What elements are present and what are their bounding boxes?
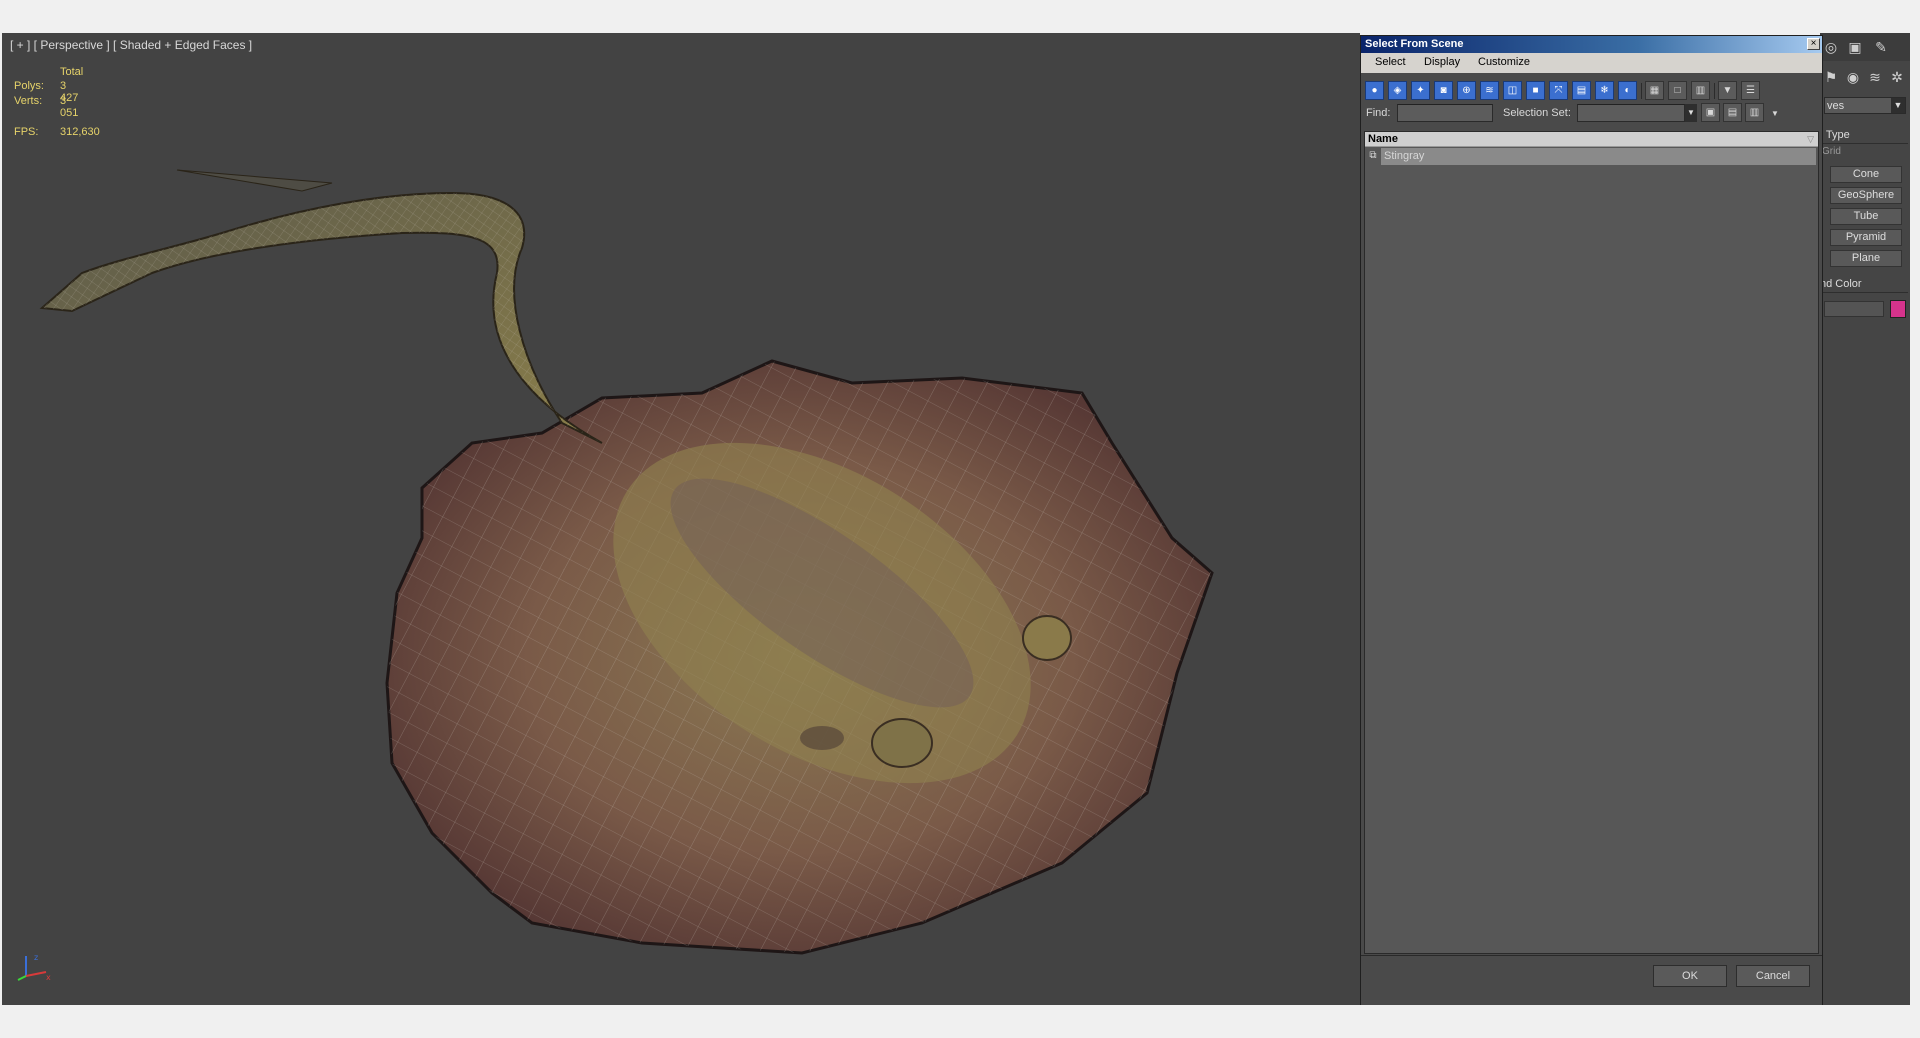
monitor-icon[interactable]: ▣: [1846, 38, 1864, 56]
autogrid-label: Grid: [1822, 146, 1841, 157]
cancel-button[interactable]: Cancel: [1736, 965, 1810, 987]
axis-gizmo: z x: [12, 950, 52, 985]
remove-from-selection-set-icon[interactable]: ▥: [1745, 103, 1764, 122]
chevron-down-icon[interactable]: ▼: [1685, 104, 1697, 122]
select-all-icon[interactable]: ▦: [1645, 81, 1664, 100]
category-dropdown[interactable]: ves ▼: [1824, 97, 1906, 114]
list-item[interactable]: ⧉ Stingray: [1365, 148, 1818, 165]
lights-icon[interactable]: ⚑: [1822, 68, 1840, 86]
lights-filter-icon[interactable]: ✦: [1411, 81, 1430, 100]
spacewarps-icon[interactable]: ≋: [1866, 68, 1884, 86]
list-item-name[interactable]: Stingray: [1381, 148, 1816, 165]
column-header-label: Name: [1368, 133, 1398, 145]
shapes-filter-icon[interactable]: ◈: [1388, 81, 1407, 100]
toolbar-separator: [1714, 83, 1715, 99]
select-none-icon[interactable]: □: [1668, 81, 1687, 100]
object-name-field[interactable]: [1824, 301, 1884, 317]
select-from-scene-dialog: Select From Scene × Select Display Custo…: [1360, 35, 1823, 1005]
find-label: Find:: [1366, 107, 1391, 119]
geosphere-button[interactable]: GeoSphere: [1830, 187, 1902, 204]
command-panel: ◎ ▣ ✎ ⚑ ◉ ≋ ✲ ves ▼ t Type Grid Cone Geo…: [1820, 33, 1910, 1005]
filter-icon[interactable]: ▼: [1718, 81, 1737, 100]
create-selection-set-icon[interactable]: ▣: [1701, 103, 1720, 122]
object-type-icon: ⧉: [1369, 150, 1377, 161]
xrefs-filter-icon[interactable]: ■: [1526, 81, 1545, 100]
camera-icon[interactable]: ◉: [1844, 68, 1862, 86]
pyramid-button[interactable]: Pyramid: [1830, 229, 1902, 246]
hidden-filter-icon[interactable]: ◐: [1618, 81, 1637, 100]
menu-select[interactable]: Select: [1375, 56, 1406, 68]
close-icon[interactable]: ×: [1807, 38, 1820, 50]
containers-filter-icon[interactable]: ▤: [1572, 81, 1591, 100]
cameras-filter-icon[interactable]: ◙: [1434, 81, 1453, 100]
helpers-filter-icon[interactable]: ⊕: [1457, 81, 1476, 100]
groups-filter-icon[interactable]: ◫: [1503, 81, 1522, 100]
select-invert-icon[interactable]: ▥: [1691, 81, 1710, 100]
column-header-name[interactable]: Name ▽: [1365, 132, 1818, 147]
toolbar-separator: [1641, 83, 1642, 99]
stingray-model[interactable]: [2, 33, 1360, 1005]
axis-z-label: z: [34, 953, 38, 962]
bones-filter-icon[interactable]: ⤧: [1549, 81, 1568, 100]
frozen-filter-icon[interactable]: ❄: [1595, 81, 1614, 100]
dialog-footer: OK Cancel: [1361, 955, 1822, 1005]
axis-x-label: x: [46, 973, 51, 982]
selection-set-label: Selection Set:: [1503, 107, 1571, 119]
command-panel-tabs: ◎ ▣ ✎: [1820, 33, 1910, 61]
menu-customize[interactable]: Customize: [1478, 56, 1530, 68]
ok-button[interactable]: OK: [1653, 965, 1727, 987]
tube-button[interactable]: Tube: [1830, 208, 1902, 225]
chevron-down-icon: ▼: [1891, 98, 1905, 113]
expand-options-icon[interactable]: ▼: [1771, 109, 1779, 118]
find-row: Find: Selection Set: ▼ ▣ ▤ ▥ ▼: [1361, 103, 1822, 129]
object-color-swatch[interactable]: [1890, 300, 1906, 318]
object-type-rollout[interactable]: t Type: [1820, 128, 1908, 144]
systems-icon[interactable]: ✲: [1888, 68, 1906, 86]
scene-object-list[interactable]: Name ▽ ⧉ Stingray: [1364, 131, 1819, 954]
filter-options-icon[interactable]: ☰: [1741, 81, 1760, 100]
perspective-viewport[interactable]: [ + ] [ Perspective ] [ Shaded + Edged F…: [2, 33, 1360, 1005]
name-color-rollout[interactable]: nd Color: [1820, 277, 1908, 293]
category-dropdown-value: ves: [1827, 100, 1845, 112]
dialog-title[interactable]: Select From Scene: [1361, 36, 1822, 53]
cone-button[interactable]: Cone: [1830, 166, 1902, 183]
display-icon[interactable]: ◎: [1822, 38, 1840, 56]
column-filter-icon[interactable]: ▽: [1807, 132, 1814, 147]
spacewarps-filter-icon[interactable]: ≋: [1480, 81, 1499, 100]
plane-button[interactable]: Plane: [1830, 250, 1902, 267]
find-input[interactable]: [1397, 104, 1493, 122]
dialog-menubar: Select Display Customize: [1361, 53, 1822, 73]
geometry-filter-icon[interactable]: ●: [1365, 81, 1384, 100]
menu-display[interactable]: Display: [1424, 56, 1460, 68]
filter-toolbar: ● ◈ ✦ ◙ ⊕ ≋ ◫ ■ ⤧ ▤ ❄ ◐ ▦ □ ▥ ▼ ☰: [1361, 73, 1822, 103]
utilities-icon[interactable]: ✎: [1872, 38, 1890, 56]
selection-set-dropdown[interactable]: [1577, 104, 1685, 122]
add-to-selection-set-icon[interactable]: ▤: [1723, 103, 1742, 122]
